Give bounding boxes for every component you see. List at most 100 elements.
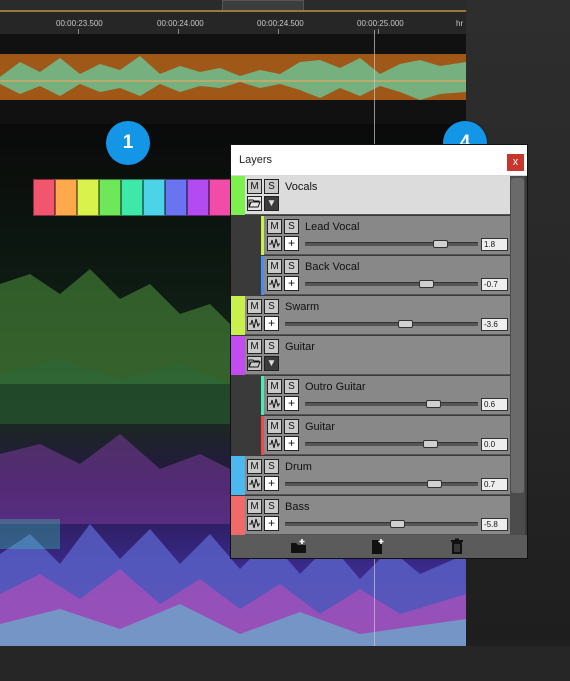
gain-slider-thumb[interactable] <box>390 520 405 528</box>
gain-slider[interactable] <box>285 322 478 326</box>
trash-icon[interactable] <box>448 538 466 555</box>
time-ruler[interactable]: 00:00:23.500 00:00:24.000 00:00:24.500 0… <box>0 12 466 43</box>
waveform-icon[interactable] <box>267 396 282 411</box>
add-button[interactable]: + <box>284 236 299 251</box>
close-button[interactable]: x <box>507 154 524 171</box>
gain-slider[interactable] <box>305 282 478 286</box>
window-titlebar[interactable]: Layers x <box>231 145 527 175</box>
color-swatch[interactable] <box>77 179 99 216</box>
solo-button[interactable]: S <box>264 499 279 514</box>
mute-button[interactable]: M <box>247 499 262 514</box>
gain-slider-thumb[interactable] <box>398 320 413 328</box>
window-title: Layers <box>239 154 273 166</box>
folder-icon[interactable] <box>247 356 262 371</box>
add-button[interactable]: + <box>284 436 299 451</box>
layer-name[interactable]: Bass <box>285 501 309 513</box>
color-swatch[interactable] <box>55 179 77 216</box>
layer-color-indicator <box>231 336 245 375</box>
color-swatch[interactable] <box>209 179 231 216</box>
layer-row[interactable]: M S Swarm + -3.6 <box>231 296 510 335</box>
layer-row[interactable]: M S Lead Vocal +1.8 <box>261 216 510 255</box>
gain-slider[interactable] <box>285 482 478 486</box>
gain-slider[interactable] <box>305 402 478 406</box>
gain-slider[interactable] <box>285 522 478 526</box>
add-button[interactable]: + <box>284 396 299 411</box>
layer-name[interactable]: Guitar <box>305 421 335 433</box>
layer-color-indicator <box>231 176 245 215</box>
layer-name[interactable]: Swarm <box>285 301 319 313</box>
waveform-icon[interactable] <box>247 476 262 491</box>
layer-name[interactable]: Lead Vocal <box>305 221 359 233</box>
layer-name[interactable]: Back Vocal <box>305 261 359 273</box>
folder-icon[interactable] <box>247 196 262 211</box>
color-swatch[interactable] <box>165 179 187 216</box>
gain-value[interactable]: -5.8 <box>481 518 508 531</box>
gain-slider[interactable] <box>305 242 478 246</box>
color-swatch[interactable] <box>99 179 121 216</box>
layer-row[interactable]: M S Drum +0.7 <box>231 456 510 495</box>
gain-slider-thumb[interactable] <box>426 400 441 408</box>
gain-value[interactable]: 0.6 <box>481 398 508 411</box>
color-swatch[interactable] <box>121 179 143 216</box>
solo-button[interactable]: S <box>264 339 279 354</box>
layer-name[interactable]: Guitar <box>285 341 315 353</box>
mute-button[interactable]: M <box>267 419 282 434</box>
add-button[interactable]: + <box>264 316 279 331</box>
gain-slider-thumb[interactable] <box>433 240 448 248</box>
gain-value[interactable]: -3.6 <box>481 318 508 331</box>
tick-label: 00:00:25.000 <box>357 19 404 28</box>
layer-color-indicator <box>261 416 264 455</box>
waveform-icon[interactable] <box>267 236 282 251</box>
color-swatch[interactable] <box>187 179 209 216</box>
gain-value[interactable]: 1.8 <box>481 238 508 251</box>
solo-button[interactable]: S <box>264 179 279 194</box>
solo-button[interactable]: S <box>284 259 299 274</box>
solo-button[interactable]: S <box>284 419 299 434</box>
mute-button[interactable]: M <box>267 219 282 234</box>
expand-toggle[interactable]: ▼ <box>264 196 279 211</box>
add-button[interactable]: + <box>264 476 279 491</box>
mute-button[interactable]: M <box>267 259 282 274</box>
gain-slider-thumb[interactable] <box>423 440 438 448</box>
gain-slider-thumb[interactable] <box>419 280 434 288</box>
gain-slider[interactable] <box>305 442 478 446</box>
expand-toggle[interactable]: ▼ <box>264 356 279 371</box>
color-swatch[interactable] <box>33 179 55 216</box>
solo-button[interactable]: S <box>264 459 279 474</box>
tick-label: 00:00:24.500 <box>257 19 304 28</box>
layer-row[interactable]: M S Outro Guitar +0.6 <box>261 376 510 415</box>
waveform-icon[interactable] <box>267 436 282 451</box>
overview-strip[interactable] <box>0 0 466 12</box>
layer-row[interactable]: M S Guitar ▼ <box>231 336 510 375</box>
layer-color-indicator <box>261 376 264 415</box>
waveform-icon[interactable] <box>267 276 282 291</box>
new-layer-icon[interactable] <box>368 538 386 555</box>
add-button[interactable]: + <box>284 276 299 291</box>
layer-row[interactable]: M S Guitar +0.0 <box>261 416 510 455</box>
scrollbar-thumb[interactable] <box>511 178 524 493</box>
solo-button[interactable]: S <box>284 379 299 394</box>
gain-slider-thumb[interactable] <box>427 480 442 488</box>
mute-button[interactable]: M <box>247 179 262 194</box>
mute-button[interactable]: M <box>247 339 262 354</box>
gain-value[interactable]: 0.0 <box>481 438 508 451</box>
layer-row[interactable]: M S Back Vocal + -0.7 <box>261 256 510 295</box>
layer-name[interactable]: Drum <box>285 461 312 473</box>
new-folder-icon[interactable] <box>290 538 308 555</box>
layer-row[interactable]: M S Vocals ▼ <box>231 176 510 215</box>
mute-button[interactable]: M <box>267 379 282 394</box>
gain-value[interactable]: -0.7 <box>481 278 508 291</box>
color-swatch[interactable] <box>143 179 165 216</box>
waveform-icon[interactable] <box>247 316 262 331</box>
add-button[interactable]: + <box>264 516 279 531</box>
solo-button[interactable]: S <box>284 219 299 234</box>
waveform-icon[interactable] <box>247 516 262 531</box>
gain-value[interactable]: 0.7 <box>481 478 508 491</box>
layer-row[interactable]: M S Bass + -5.8 <box>231 496 510 535</box>
mute-button[interactable]: M <box>247 299 262 314</box>
solo-button[interactable]: S <box>264 299 279 314</box>
layer-name[interactable]: Outro Guitar <box>305 381 366 393</box>
waveform[interactable] <box>0 34 466 125</box>
mute-button[interactable]: M <box>247 459 262 474</box>
layer-name[interactable]: Vocals <box>285 181 317 193</box>
